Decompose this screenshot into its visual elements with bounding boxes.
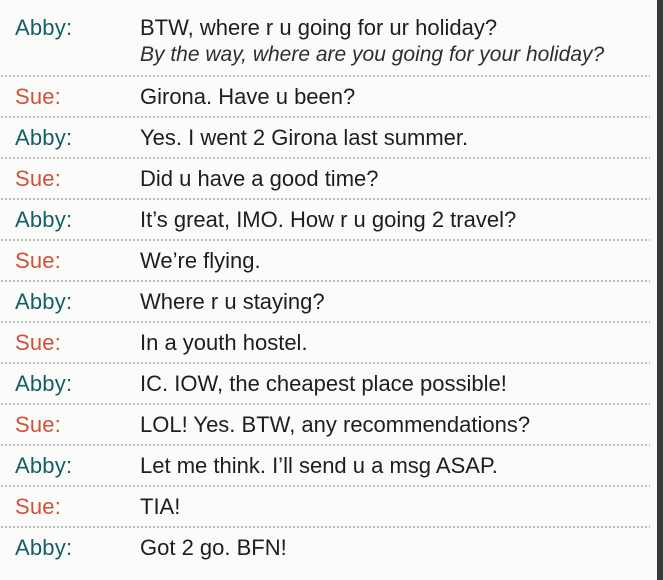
dialogue-row: Sue: Did u have a good time?	[0, 159, 650, 200]
dialogue-row: Abby: BTW, where r u going for ur holida…	[0, 8, 650, 77]
dialogue-row: Sue: Girona. Have u been?	[0, 77, 650, 118]
speaker-name: Abby:	[15, 371, 73, 396]
dialogue-row: Abby: Yes. I went 2 Girona last summer.	[0, 118, 650, 159]
speaker-name: Abby:	[15, 207, 73, 232]
dialogue-row: Abby: IC. IOW, the cheapest place possib…	[0, 364, 650, 405]
message-text: Let me think. I’ll send u a msg ASAP.	[140, 453, 498, 478]
message-text: We’re flying.	[140, 248, 261, 273]
dialogue-list: Abby: BTW, where r u going for ur holida…	[0, 8, 650, 569]
page-edge-border	[657, 0, 663, 580]
dialogue-row: Sue: TIA!	[0, 487, 650, 528]
speaker-name: Abby:	[15, 125, 73, 150]
dialogue-row: Sue: In a youth hostel.	[0, 323, 650, 364]
message-text: IC. IOW, the cheapest place possible!	[140, 371, 507, 396]
speaker-name: Sue:	[15, 166, 62, 191]
speaker-name: Abby:	[15, 453, 73, 478]
message-text: Did u have a good time?	[140, 166, 379, 191]
message-text: LOL! Yes. BTW, any recommendations?	[140, 412, 531, 437]
message-text: Girona. Have u been?	[140, 84, 356, 109]
dialogue-row: Abby: Got 2 go. BFN!	[0, 528, 650, 569]
speaker-name: Sue:	[15, 494, 62, 519]
message-text: It’s great, IMO. How r u going 2 travel?	[140, 207, 517, 232]
dialogue-row: Abby: Where r u staying?	[0, 282, 650, 323]
message-text: Got 2 go. BFN!	[140, 535, 287, 560]
message-text: In a youth hostel.	[140, 330, 308, 355]
speaker-name: Abby:	[15, 289, 73, 314]
message-text: Yes. I went 2 Girona last summer.	[140, 125, 469, 150]
dialogue-row: Abby: It’s great, IMO. How r u going 2 t…	[0, 200, 650, 241]
message-line: BTW, where r u going for ur holiday? By …	[140, 14, 650, 68]
dialogue-row: Abby: Let me think. I’ll send u a msg AS…	[0, 446, 650, 487]
message-text: Where r u staying?	[140, 289, 325, 314]
dialogue-row: Sue: We’re flying.	[0, 241, 650, 282]
speaker-name: Abby:	[15, 535, 73, 560]
message-text: BTW, where r u going for ur holiday?	[140, 15, 498, 40]
speaker-name: Sue:	[15, 248, 62, 273]
message-translation: By the way, where are you going for your…	[140, 43, 605, 66]
speaker-name: Sue:	[15, 84, 62, 109]
text-message-dialogue-page: Abby: BTW, where r u going for ur holida…	[0, 0, 663, 580]
speaker-name: Sue:	[15, 412, 62, 437]
dialogue-row: Sue: LOL! Yes. BTW, any recommendations?	[0, 405, 650, 446]
speaker-name: Abby:	[15, 15, 73, 40]
message-text: TIA!	[140, 494, 181, 519]
speaker-name: Sue:	[15, 330, 62, 355]
